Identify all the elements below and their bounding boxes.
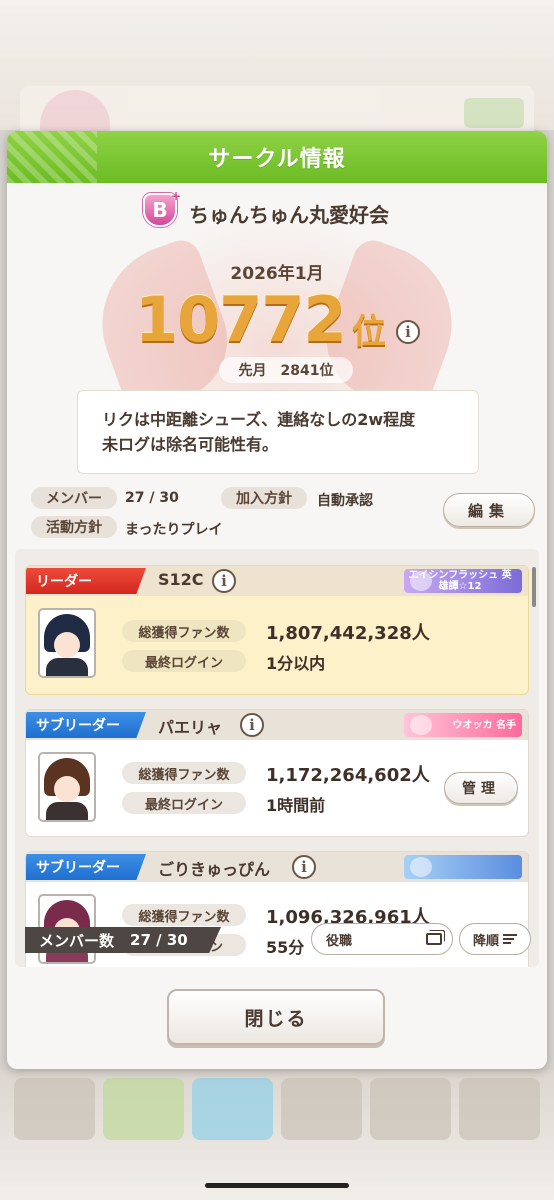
member-list[interactable]: リーダー S12C i エイシンフラッシュ 英雄譚☆12 総獲得ファン数 1,8…: [15, 549, 539, 967]
member-avatar[interactable]: [38, 752, 96, 822]
last-login-value: 55分: [266, 938, 305, 957]
sort-label: 役職: [326, 933, 353, 949]
last-login-value: 1時間前: [266, 796, 326, 815]
circle-name: ちゅんちゅん丸愛好会: [189, 203, 389, 227]
title-badge[interactable]: [404, 855, 522, 879]
home-indicator[interactable]: [205, 1183, 349, 1188]
ranking-suffix: 位: [352, 312, 386, 352]
member-list-scrollbar[interactable]: [532, 567, 536, 607]
member-info-icon[interactable]: i: [212, 569, 236, 593]
circle-info-dialog: サークル情報 B + ちゅんちゅん丸愛好会 2026年1月 10772 位 i …: [7, 131, 547, 1069]
member-count-value: 27 / 30: [130, 931, 188, 949]
prev-month-value: 2841位: [280, 363, 334, 379]
background-menu-tiles: [14, 1078, 540, 1140]
ranking-info-icon[interactable]: i: [396, 320, 420, 344]
fans-label: 総獲得ファン数: [122, 762, 246, 784]
members-value: 27 / 30: [125, 490, 179, 506]
member-count-label: メンバー数: [39, 931, 115, 950]
ranking-month: 2026年1月: [230, 264, 324, 284]
circle-description: リクは中距離シューズ、連絡なしの2w程度 未ログは除名可能性有。: [77, 390, 479, 474]
member-info-icon[interactable]: i: [292, 855, 316, 879]
member-count-bar: メンバー数 27 / 30: [25, 927, 221, 953]
join-policy-value: 自動承認: [317, 493, 373, 509]
descending-order-icon: [503, 934, 517, 944]
order-label: 降順: [472, 933, 499, 949]
fans-value: 1,172,264,602人: [266, 765, 430, 786]
last-login-label: 最終ログイン: [122, 650, 246, 672]
circle-rank-badge-icon: B +: [143, 189, 181, 227]
sort-list-icon: [426, 933, 442, 945]
manage-button[interactable]: 管理: [444, 772, 518, 804]
fans-label: 総獲得ファン数: [122, 620, 246, 642]
title-badge[interactable]: ウオッカ 名手: [404, 713, 522, 737]
join-policy-label: 加入方針: [221, 487, 307, 509]
previous-month-rank: 先月 2841位: [219, 357, 353, 383]
member-name: S12C: [158, 570, 204, 589]
ranking-value: 10772: [135, 283, 347, 356]
last-login-label: 最終ログイン: [122, 792, 246, 814]
activity-policy-label: 活動方針: [31, 516, 117, 538]
member-name: ごりきゅっぴん: [158, 860, 271, 879]
edit-button[interactable]: 編集: [443, 493, 535, 527]
member-avatar[interactable]: [38, 608, 96, 678]
member-card-leader[interactable]: リーダー S12C i エイシンフラッシュ 英雄譚☆12 総獲得ファン数 1,8…: [25, 565, 529, 695]
dialog-header: サークル情報: [7, 131, 547, 183]
close-button[interactable]: 閉じる: [167, 989, 385, 1045]
fans-value: 1,807,442,328人: [266, 623, 430, 644]
role-tag: サブリーダー: [26, 854, 146, 880]
member-name: パエリャ: [158, 718, 223, 737]
activity-policy-value: まったりプレイ: [125, 522, 223, 538]
sort-dropdown[interactable]: 役職: [311, 923, 453, 955]
order-toggle-button[interactable]: 降順: [459, 923, 531, 955]
member-card-subleader[interactable]: サブリーダー パエリャ i ウオッカ 名手 総獲得ファン数 1,172,264,…: [25, 709, 529, 837]
prev-month-label: 先月: [238, 363, 267, 379]
title-badge[interactable]: エイシンフラッシュ 英雄譚☆12: [404, 569, 522, 593]
members-label: メンバー: [31, 487, 117, 509]
member-info-icon[interactable]: i: [240, 713, 264, 737]
role-tag: サブリーダー: [26, 712, 146, 738]
fans-label: 総獲得ファン数: [122, 904, 246, 926]
role-tag: リーダー: [26, 568, 146, 594]
last-login-value: 1分以内: [266, 654, 326, 673]
dialog-title: サークル情報: [208, 147, 346, 172]
